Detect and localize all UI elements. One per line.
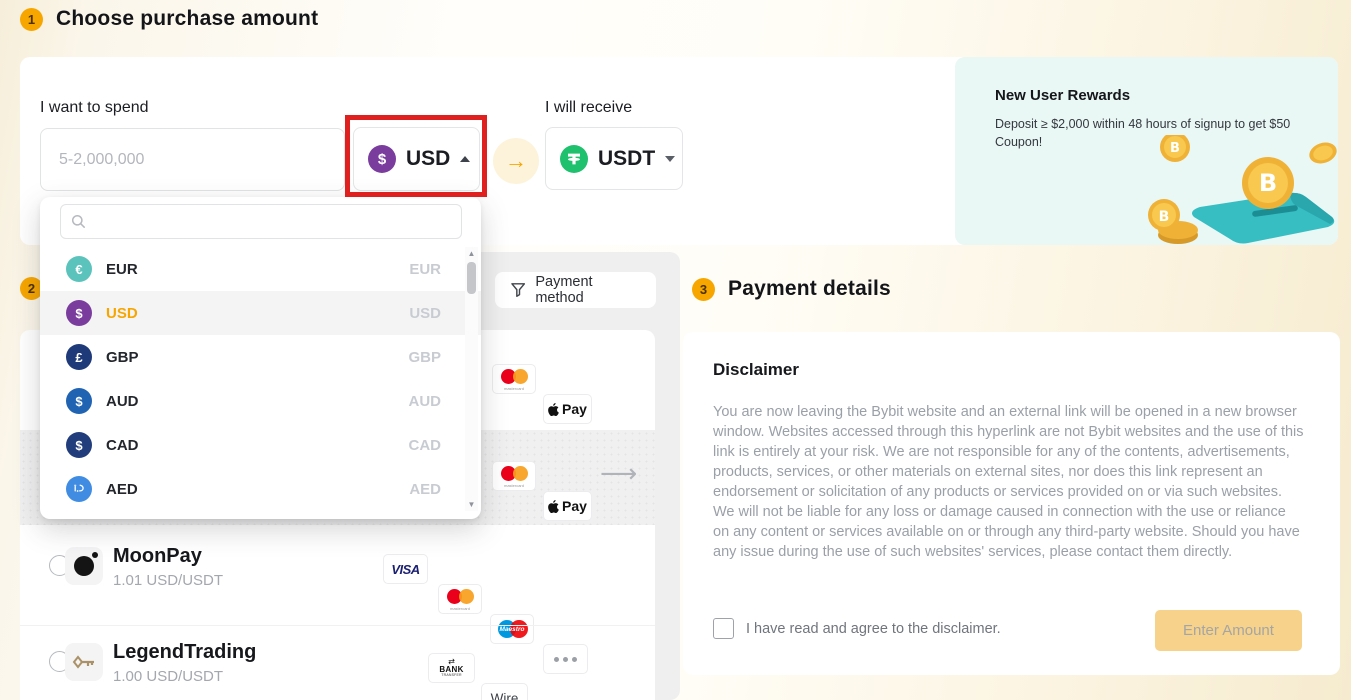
- mastercard-badge: mastercard: [492, 461, 536, 491]
- currency-option-eur[interactable]: € EUR EUR: [40, 247, 481, 291]
- disclaimer-title: Disclaimer: [713, 360, 799, 380]
- applepay-label: Pay: [562, 401, 587, 417]
- currency-search-box[interactable]: [60, 204, 462, 239]
- spend-amount-input[interactable]: [40, 128, 345, 191]
- agree-checkbox[interactable]: [713, 618, 734, 639]
- applepay-badge: Pay: [543, 394, 592, 424]
- agree-label: I have read and agree to the disclaimer.: [746, 621, 1001, 637]
- legendtrading-name: LegendTrading: [113, 641, 256, 664]
- aud-coin-icon: $: [66, 388, 92, 414]
- receive-currency-code: USDT: [598, 147, 655, 171]
- apple-icon: [548, 500, 559, 513]
- currency-option-aud[interactable]: $ AUD AUD: [40, 379, 481, 423]
- key-icon: [72, 655, 96, 669]
- currency-dropdown: € EUR EUR $ USD USD £ GBP GBP $ AUD AUD …: [40, 197, 481, 519]
- rewards-title: New User Rewards: [995, 87, 1130, 104]
- spend-label: I want to spend: [40, 99, 149, 117]
- currency-option-gbp[interactable]: £ GBP GBP: [40, 335, 481, 379]
- filter-funnel-icon: [511, 282, 525, 298]
- usdt-coin-icon: [560, 145, 588, 173]
- svg-text:B: B: [1170, 141, 1180, 156]
- legendtrading-rate: 1.00 USD/USDT: [113, 668, 256, 685]
- step3-title: Payment details: [728, 277, 891, 301]
- visa-badge: VISA: [383, 554, 428, 584]
- currency-option-usd[interactable]: $ USD USD: [40, 291, 481, 335]
- buy-crypto-page: 1 Choose purchase amount I want to spend…: [0, 0, 1351, 700]
- step1-title: Choose purchase amount: [56, 7, 318, 31]
- tether-symbol: [566, 151, 582, 167]
- rewards-banner: New User Rewards Deposit ≥ $2,000 within…: [955, 57, 1338, 245]
- wire-badge: Wire: [481, 683, 528, 700]
- currency-option-aed[interactable]: AED AED: [40, 467, 481, 511]
- search-icon: [71, 214, 86, 229]
- mastercard-badge: mastercard: [492, 364, 536, 394]
- mastercard-badge: mastercard: [438, 584, 482, 614]
- applepay-label: Pay: [562, 498, 587, 514]
- bank-transfer-badge: ⇄ BANK TRANSFER: [428, 653, 475, 683]
- receive-currency-selector[interactable]: USDT: [545, 127, 683, 190]
- spend-currency-code: USD: [406, 147, 450, 171]
- moonpay-name: MoonPay: [113, 545, 223, 568]
- aed-coin-icon: [66, 476, 92, 502]
- step3-header: 3 Payment details: [692, 277, 891, 301]
- payment-method-filter-button[interactable]: Payment method: [495, 272, 656, 308]
- caret-down-icon: [665, 156, 675, 162]
- step1-badge: 1: [20, 8, 43, 31]
- gbp-coin-icon: £: [66, 344, 92, 370]
- moonpay-logo: [65, 547, 103, 585]
- scrollbar-thumb[interactable]: [467, 262, 476, 294]
- svg-text:B: B: [1259, 169, 1277, 197]
- legendtrading-logo: [65, 643, 103, 681]
- applepay-badge: Pay: [543, 491, 592, 521]
- step1-header: 1 Choose purchase amount: [20, 7, 318, 31]
- moonpay-rate: 1.01 USD/USDT: [113, 572, 223, 589]
- scroll-up-icon[interactable]: ▲: [465, 247, 478, 260]
- caret-up-icon: [460, 156, 470, 162]
- spend-currency-selector[interactable]: $ USD: [353, 127, 480, 191]
- enter-amount-button[interactable]: Enter Amount: [1155, 610, 1302, 651]
- rewards-illustration: B B B: [1140, 135, 1338, 245]
- swap-arrow-circle: →: [493, 138, 539, 184]
- scroll-down-icon[interactable]: ▼: [465, 498, 478, 511]
- receive-label: I will receive: [545, 99, 632, 117]
- go-arrow-icon[interactable]: ⟶: [600, 458, 637, 489]
- usd-coin-icon: $: [66, 300, 92, 326]
- dropdown-scrollbar[interactable]: ▲ ▼: [465, 247, 478, 511]
- apple-icon: [548, 403, 559, 416]
- provider-row-moonpay[interactable]: MoonPay 1.01 USD/USDT VISA mastercard Ma…: [20, 525, 655, 625]
- payment-details-card: Disclaimer You are now leaving the Bybit…: [683, 332, 1340, 675]
- eur-coin-icon: €: [66, 256, 92, 282]
- dirham-symbol: [72, 482, 86, 496]
- usd-coin-icon: $: [368, 145, 396, 173]
- cad-coin-icon: $: [66, 432, 92, 458]
- provider-row-legendtrading[interactable]: LegendTrading 1.00 USD/USDT ⇄ BANK TRANS…: [20, 625, 655, 700]
- svg-text:B: B: [1159, 209, 1170, 225]
- currency-option-cad[interactable]: $ CAD CAD: [40, 423, 481, 467]
- payment-method-filter-label: Payment method: [535, 274, 640, 306]
- step3-badge: 3: [692, 278, 715, 301]
- right-arrow-icon: →: [505, 148, 527, 174]
- disclaimer-body: You are now leaving the Bybit website an…: [713, 402, 1305, 562]
